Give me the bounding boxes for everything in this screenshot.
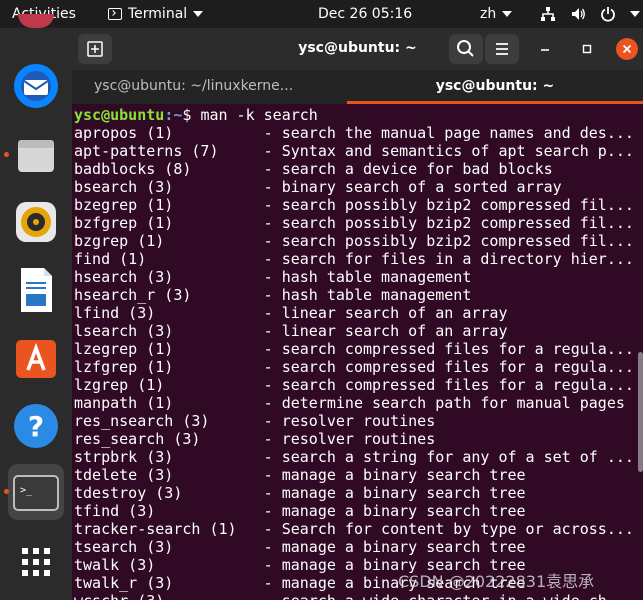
prompt-path: :~ (164, 106, 183, 124)
terminal-line: lzegrep (1) - search compressed files fo… (74, 340, 634, 358)
maximize-icon (582, 44, 592, 54)
terminal-line: bzfgrep (1) - search possibly bzip2 comp… (74, 214, 634, 232)
files-icon (18, 140, 54, 172)
clock[interactable]: Dec 26 05:16 (318, 0, 412, 28)
terminal-line: apt-patterns (7) - Syntax and semantics … (74, 142, 634, 160)
hamburger-menu-icon (496, 43, 508, 55)
app-grid-icon (22, 548, 50, 576)
terminal-line: tsearch (3) - manage a binary search tre… (74, 538, 526, 556)
maximize-button[interactable] (576, 38, 598, 60)
software-icon (16, 340, 56, 378)
tab-home-active[interactable]: ysc@ubuntu: ~ (347, 70, 643, 104)
input-method-menu[interactable]: zh (480, 0, 513, 28)
terminal-line: strpbrk (3) - search a string for any of… (74, 448, 634, 466)
thunderbird-icon (14, 64, 58, 108)
chevron-down-icon (193, 11, 204, 17)
dock-terminal[interactable]: >_ (8, 464, 64, 520)
dock-software[interactable] (8, 330, 64, 386)
terminal-line: res_search (3) - resolver routines (74, 430, 436, 448)
terminal-line: manpath (1) - determine search path for … (74, 394, 625, 412)
watermark: CSDN @20222831袁思承 (398, 572, 595, 591)
terminal-line: apropos (1) - search the manual page nam… (74, 124, 634, 142)
rhythmbox-icon (16, 202, 56, 242)
search-button[interactable] (449, 34, 483, 64)
menu-button[interactable] (485, 34, 519, 64)
new-tab-icon (87, 41, 103, 57)
terminal-output: ysc@ubuntu:~$ man -k search apropos (1) … (74, 106, 634, 600)
terminal-line: lzgrep (1) - search compressed files for… (74, 376, 634, 394)
terminal-line: bzgrep (1) - search possibly bzip2 compr… (74, 232, 634, 250)
tab-linuxkernel[interactable]: ysc@ubuntu: ~/linuxkerne... (72, 70, 347, 104)
terminal-icon: >_ (13, 475, 59, 511)
dock-show-applications[interactable] (8, 534, 64, 590)
input-method-label: zh (480, 6, 497, 22)
svg-text:?: ? (28, 410, 44, 443)
prompt-symbol: $ (182, 106, 201, 124)
terminal-line: find (1) - search for files in a directo… (74, 250, 634, 268)
dock-files[interactable] (8, 128, 64, 184)
window-title: ysc@ubuntu: ~ (298, 40, 417, 56)
dock: ? >_ (0, 14, 72, 600)
close-icon (622, 44, 632, 54)
dock-help[interactable]: ? (8, 398, 64, 454)
top-bar: Activities Terminal Dec 26 05:16 zh (0, 0, 643, 28)
new-tab-button[interactable] (78, 34, 112, 64)
volume-icon[interactable] (570, 6, 586, 22)
terminal-line: lzfgrep (1) - search compressed files fo… (74, 358, 634, 376)
terminal-line: bsearch (3) - binary search of a sorted … (74, 178, 562, 196)
writer-icon (21, 268, 52, 312)
terminal-app-icon (108, 8, 122, 20)
scrollbar[interactable] (638, 352, 643, 472)
prompt-user: ysc@ubuntu (74, 106, 165, 124)
terminal-line: tfind (3) - manage a binary search tree (74, 502, 526, 520)
network-icon[interactable] (540, 6, 556, 22)
terminal-line: wcschr (3) - search a wide character in … (74, 592, 634, 600)
system-tray[interactable] (540, 0, 640, 28)
terminal-line: hsearch (3) - hash table management (74, 268, 472, 286)
command-text: man -k search (200, 106, 318, 124)
terminal-line: tdelete (3) - manage a binary search tre… (74, 466, 526, 484)
dock-thunderbird[interactable] (8, 58, 64, 114)
terminal-line: tdestroy (3) - manage a binary search tr… (74, 484, 526, 502)
prompt-line: ysc@ubuntu:~$ man -k search (74, 106, 634, 124)
terminal-line: hsearch_r (3) - hash table management (74, 286, 472, 304)
terminal-view[interactable]: ysc@ubuntu:~$ man -k search apropos (1) … (72, 104, 643, 600)
terminal-line: lfind (3) - linear search of an array (74, 304, 508, 322)
help-icon: ? (14, 404, 58, 448)
close-button[interactable] (616, 38, 638, 60)
running-indicator (4, 152, 9, 157)
minimize-button[interactable] (534, 38, 556, 60)
terminal-line: tracker-search (1) - Search for content … (74, 520, 634, 538)
app-menu-label: Terminal (128, 6, 188, 22)
dock-rhythmbox[interactable] (8, 194, 64, 250)
terminal-line: res_nsearch (3) - resolver routines (74, 412, 436, 430)
dock-writer[interactable] (8, 262, 64, 318)
chevron-down-icon (502, 11, 513, 17)
terminal-line: badblocks (8) - search a device for bad … (74, 160, 553, 178)
terminal-line: lsearch (3) - linear search of an array (74, 322, 508, 340)
svg-text:>_: >_ (20, 485, 33, 496)
search-icon (457, 40, 474, 57)
minimize-icon (541, 49, 549, 51)
app-menu[interactable]: Terminal (108, 0, 204, 28)
window-header-bar: ysc@ubuntu: ~ (72, 28, 643, 70)
terminal-line: bzegrep (1) - search possibly bzip2 comp… (74, 196, 634, 214)
chevron-down-icon (630, 11, 640, 17)
running-indicator (4, 489, 9, 494)
power-icon[interactable] (600, 6, 616, 22)
tab-bar: ysc@ubuntu: ~/linuxkerne... ysc@ubuntu: … (72, 70, 643, 104)
